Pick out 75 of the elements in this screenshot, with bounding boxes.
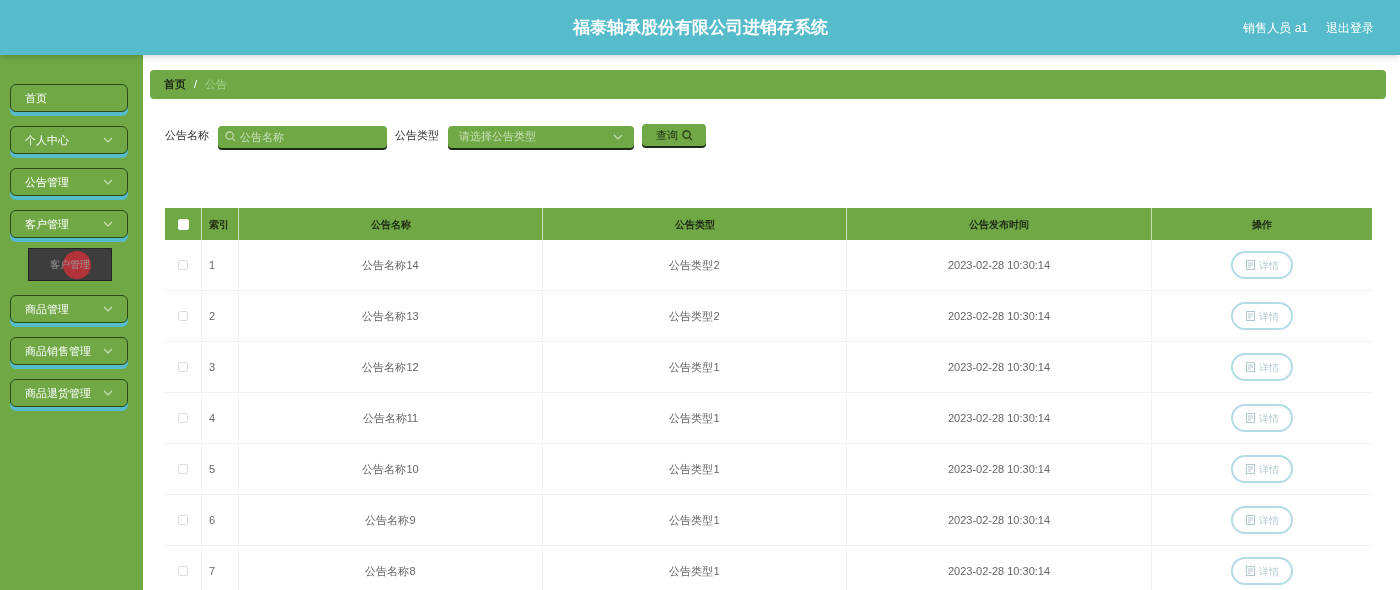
user-label: 销售人员 a1: [1243, 19, 1308, 37]
table-cell-text: 公告名称9: [365, 512, 416, 528]
search-field[interactable]: 公告名称: [218, 125, 387, 148]
column-header: 操作: [1252, 217, 1272, 232]
document-icon: [1245, 260, 1255, 270]
table-cell-text: 6: [209, 512, 216, 528]
column-header: 公告发布时间: [969, 217, 1029, 232]
query-button[interactable]: 查询: [642, 124, 706, 146]
table-cell-text: 1: [209, 257, 216, 273]
table-cell-text: 公告类型1: [669, 461, 720, 477]
breadcrumb-link[interactable]: 公告: [205, 76, 228, 93]
row-checkbox[interactable]: [178, 515, 188, 525]
table-cell-text: 2023-02-28 10:30:14: [947, 308, 1051, 324]
details-button[interactable]: 详情: [1231, 404, 1293, 432]
chevron-icon: [103, 179, 113, 185]
table-cell-text: 5: [209, 461, 216, 477]
search-icon: [681, 129, 693, 141]
row-checkbox[interactable]: [178, 311, 188, 321]
table-cell-text: 公告名称8: [365, 563, 416, 579]
table-cell-text: 公告名称11: [362, 410, 419, 426]
table-cell-text: 公告名称12: [362, 359, 419, 375]
breadcrumb-separator: /: [194, 77, 198, 93]
table-cell-text: 2023-02-28 10:30:14: [947, 563, 1051, 579]
table-cell-text: 公告类型1: [669, 410, 720, 426]
document-icon: [1245, 311, 1255, 321]
chevron-icon: [103, 390, 113, 396]
details-button[interactable]: 详情: [1231, 251, 1293, 279]
chevron-icon: [613, 133, 623, 140]
details-button[interactable]: 详情: [1231, 557, 1293, 585]
table-cell-text: 2023-02-28 10:30:14: [947, 359, 1051, 375]
document-icon: [1245, 362, 1255, 372]
row-checkbox[interactable]: [178, 362, 188, 372]
table-cell-text: 2023-02-28 10:30:14: [947, 461, 1051, 477]
column-header: 公告名称: [370, 217, 411, 232]
row-checkbox[interactable]: [178, 260, 188, 270]
chevron-icon: [103, 137, 113, 143]
field-label: 公告名称: [165, 127, 209, 143]
table-cell-text: 2023-02-28 10:30:14: [947, 512, 1051, 528]
table-cell-text: 公告类型2: [669, 257, 720, 273]
row-checkbox[interactable]: [178, 413, 188, 423]
table-cell-text: 公告名称14: [362, 257, 419, 273]
table-cell-text: 4: [209, 410, 216, 426]
table-cell-text: 7: [209, 563, 216, 579]
row-checkbox[interactable]: [178, 464, 188, 474]
chevron-icon: [103, 348, 113, 354]
details-button[interactable]: 详情: [1231, 302, 1293, 330]
table-cell-text: 公告名称13: [362, 308, 419, 324]
chevron-icon: [103, 221, 113, 227]
column-header: 公告类型: [674, 217, 715, 232]
select-field[interactable]: 请选择公告类型: [448, 125, 634, 148]
table-cell-text: 公告名称10: [362, 461, 419, 477]
document-icon: [1245, 413, 1255, 423]
document-icon: [1245, 464, 1255, 474]
row-checkbox[interactable]: [178, 566, 188, 576]
logout-link[interactable]: 退出登录: [1326, 18, 1374, 37]
table-cell-text: 2: [209, 308, 216, 324]
column-header: 索引: [209, 217, 229, 232]
table-cell-text: 3: [209, 359, 216, 375]
chevron-icon: [103, 306, 113, 312]
select-all-checkbox[interactable]: [177, 218, 189, 230]
search-icon: [225, 130, 236, 142]
document-icon: [1245, 515, 1255, 525]
table-cell-text: 2023-02-28 10:30:14: [947, 257, 1051, 273]
document-icon: [1245, 566, 1255, 576]
details-button[interactable]: 详情: [1231, 353, 1293, 381]
details-button[interactable]: 详情: [1231, 455, 1293, 483]
table-cell-text: 公告类型1: [669, 512, 720, 528]
table-cell-text: 公告类型1: [669, 563, 720, 579]
table-cell-text: 2023-02-28 10:30:14: [947, 410, 1051, 426]
breadcrumb-link[interactable]: 首页: [164, 76, 186, 93]
field-label: 公告类型: [395, 127, 439, 143]
app-title: 福泰轴承股份有限公司进销存系统: [572, 17, 828, 37]
table-cell-text: 公告类型1: [669, 359, 720, 375]
table-cell-text: 公告类型2: [669, 308, 720, 324]
details-button[interactable]: 详情: [1231, 506, 1293, 534]
